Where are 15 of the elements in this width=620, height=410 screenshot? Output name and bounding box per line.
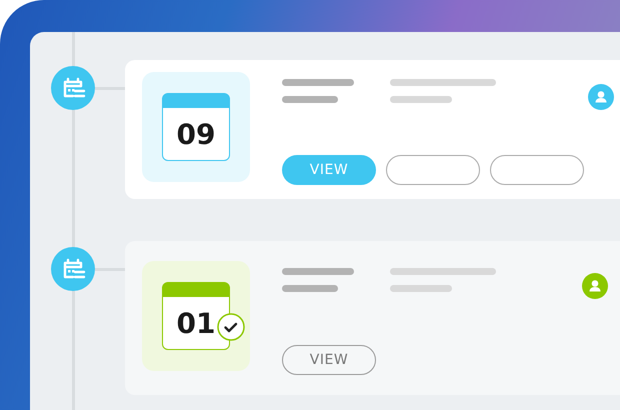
- view-button[interactable]: VIEW: [282, 345, 376, 375]
- placeholder-line: [390, 96, 452, 103]
- empty-button[interactable]: [386, 155, 480, 185]
- placeholder-line: [390, 285, 452, 292]
- placeholder-line: [282, 79, 354, 86]
- user-avatar-icon: [582, 273, 608, 299]
- calendar-list-icon: [51, 247, 95, 291]
- placeholder-line: [282, 96, 338, 103]
- calendar-list-icon: [51, 66, 95, 110]
- date-number: 01: [176, 306, 216, 342]
- placeholder-line: [282, 285, 338, 292]
- placeholder-line: [282, 268, 354, 275]
- date-number: 09: [176, 116, 216, 152]
- empty-button[interactable]: [490, 155, 584, 185]
- user-avatar-icon: [588, 84, 614, 110]
